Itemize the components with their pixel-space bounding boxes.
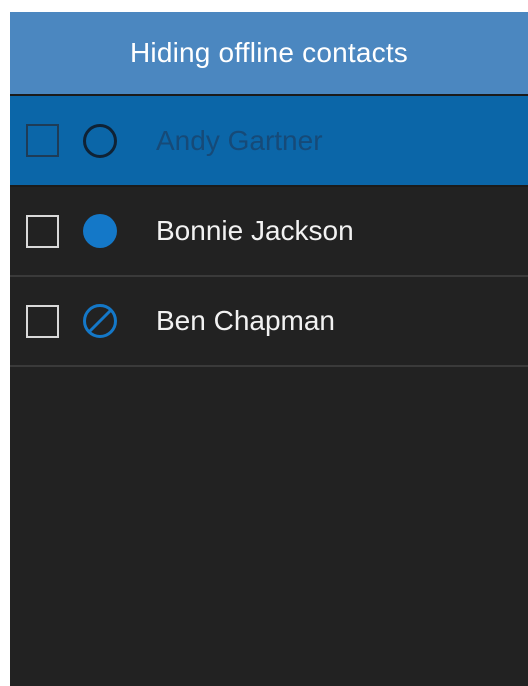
contact-row-andy-gartner[interactable]: Andy Gartner — [10, 96, 528, 187]
online-dot-icon — [81, 212, 119, 250]
contact-row-ben-chapman[interactable]: Ben Chapman — [10, 277, 528, 367]
contact-checkbox[interactable] — [26, 214, 59, 248]
header-title: Hiding offline contacts — [129, 37, 409, 68]
contact-checkbox[interactable] — [26, 124, 59, 157]
do-not-disturb-icon — [81, 302, 119, 340]
offline-circle-icon — [81, 122, 119, 160]
contact-name: Bonnie Jackson — [156, 215, 354, 246]
contact-name: Ben Chapman — [156, 305, 336, 336]
contact-name: Andy Gartner — [156, 124, 323, 156]
header-bar: Hiding offline contacts — [10, 12, 528, 96]
contacts-panel: Hiding offline contacts Andy Gartner Bon… — [10, 12, 528, 686]
contact-checkbox[interactable] — [26, 304, 59, 338]
contact-row-bonnie-jackson[interactable]: Bonnie Jackson — [10, 187, 528, 277]
